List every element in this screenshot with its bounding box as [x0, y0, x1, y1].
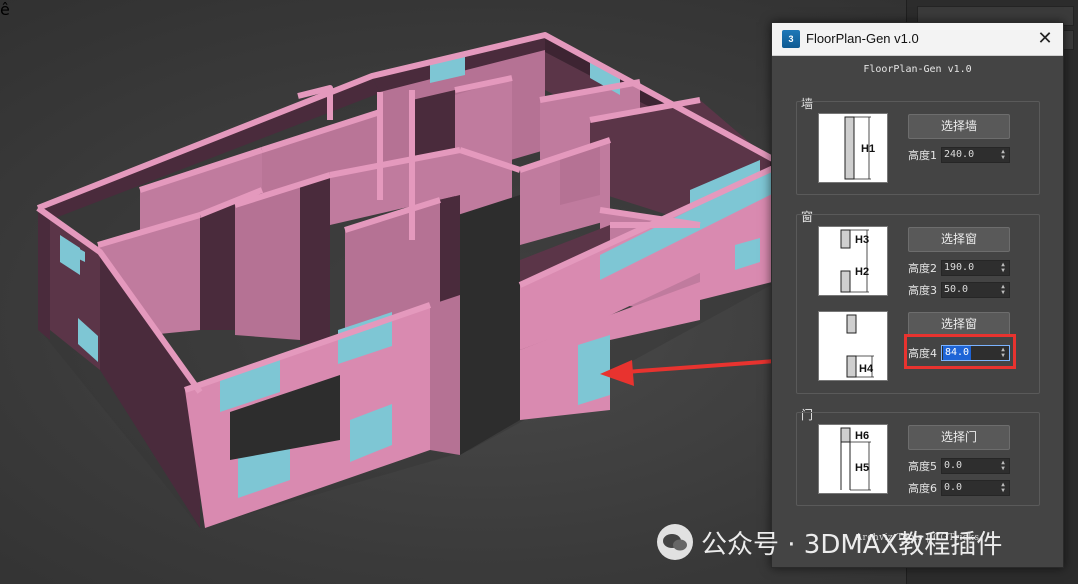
height5-value: 0.0 — [944, 460, 963, 471]
door-group: H6 H5 选择门 高度5 0.0 ▲ ▼ 高度6 0.0 ▲ ▼ — [796, 412, 1040, 506]
watermark: 公众号 · 3DMAX教程插件 — [657, 524, 1002, 560]
wall-height-diagram: H1 — [818, 113, 888, 183]
watermark-text: 公众号 · 3DMAX教程插件 — [701, 529, 1003, 560]
window-height-diagram-1: H3 H2 — [818, 226, 888, 296]
spinner-arrows-icon[interactable]: ▲ ▼ — [999, 460, 1007, 472]
select-wall-button[interactable]: 选择墙 — [908, 114, 1010, 139]
height2-spinner[interactable]: 190.0 ▲ ▼ — [941, 260, 1010, 276]
h3-label: H3 — [855, 234, 869, 246]
h5-label: H5 — [855, 462, 869, 474]
floorplan-gen-dialog: 3 FloorPlan-Gen v1.0 ✕ FloorPlan-Gen v1.… — [771, 22, 1064, 568]
wall-group: H1 选择墙 高度1 240.0 ▲ ▼ — [796, 101, 1040, 195]
h4-label: H4 — [859, 363, 874, 375]
select-window-button-1[interactable]: 选择窗 — [908, 227, 1010, 252]
spinner-arrows-icon[interactable]: ▲ ▼ — [999, 482, 1007, 494]
h1-label: H1 — [861, 143, 875, 155]
height1-value: 240.0 — [944, 149, 975, 160]
dialog-titlebar[interactable]: 3 FloorPlan-Gen v1.0 ✕ — [772, 23, 1063, 56]
height3-value: 50.0 — [944, 284, 969, 295]
height6-spinner[interactable]: 0.0 ▲ ▼ — [941, 480, 1010, 496]
dialog-title: FloorPlan-Gen v1.0 — [806, 31, 919, 46]
dialog-header: FloorPlan-Gen v1.0 — [863, 64, 972, 75]
spinner-arrows-icon[interactable]: ▲ ▼ — [999, 284, 1007, 296]
h2-label: H2 — [855, 266, 869, 278]
height5-spinner[interactable]: 0.0 ▲ ▼ — [941, 458, 1010, 474]
h6-label: H6 — [855, 430, 869, 442]
height2-value: 190.0 — [944, 262, 975, 273]
height1-spinner[interactable]: 240.0 ▲ ▼ — [941, 147, 1010, 163]
height2-label: 高度2 — [908, 262, 937, 275]
height6-value: 0.0 — [944, 482, 963, 493]
annotation-highlight-box — [904, 334, 1016, 369]
height1-label: 高度1 — [908, 149, 937, 162]
height5-label: 高度5 — [908, 460, 937, 473]
height3-label: 高度3 — [908, 284, 937, 297]
door-height-diagram: H6 H5 — [818, 424, 888, 494]
wechat-logo-icon — [657, 524, 693, 560]
select-door-button[interactable]: 选择门 — [908, 425, 1010, 450]
spinner-arrows-icon[interactable]: ▲ ▼ — [999, 149, 1007, 161]
height6-label: 高度6 — [908, 482, 937, 495]
window-height-diagram-2: H4 — [818, 311, 888, 381]
spinner-arrows-icon[interactable]: ▲ ▼ — [999, 262, 1007, 274]
3dsmax-icon: 3 — [782, 30, 800, 48]
height3-spinner[interactable]: 50.0 ▲ ▼ — [941, 282, 1010, 298]
close-button[interactable]: ✕ — [1033, 27, 1057, 51]
